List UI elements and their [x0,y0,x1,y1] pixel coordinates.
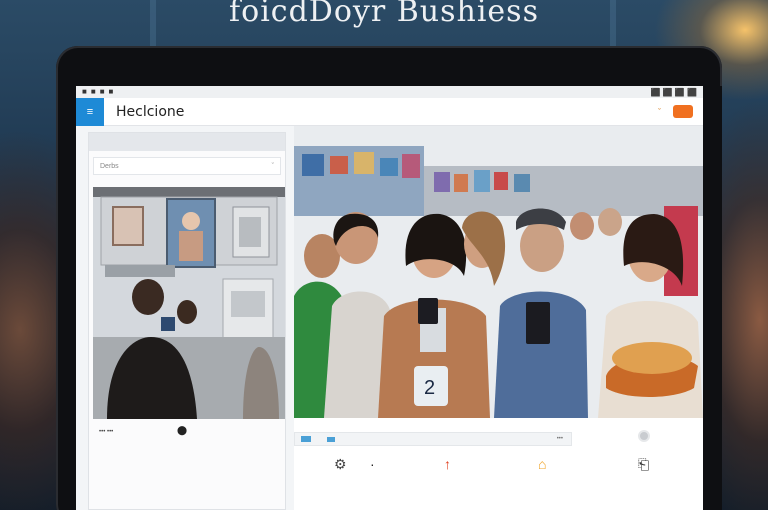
chevron-down-icon[interactable]: ˇ [658,107,661,117]
chevron-down-icon: ˇ [271,162,274,170]
caption-input[interactable]: ••• [294,432,572,446]
headline-title: foicdDoyr Bushiess [229,0,539,29]
crowd-photo-illustration: 2 [294,126,703,418]
left-photo[interactable] [93,187,285,419]
status-app-icon: ■ [99,87,105,96]
left-caption: ••• ••• [99,429,114,435]
home-icon[interactable]: ⌂ [538,456,546,472]
filter-dropdown[interactable]: Derbs ˇ [93,157,281,175]
globe-icon[interactable]: ⚙ [334,456,347,472]
location-pin-icon[interactable]: ⬤ [177,425,187,436]
right-card: 2 ••• ⚙ · ↑ ⌂ ⎗ [294,126,703,510]
share-icon[interactable]: ⎗ [638,456,649,472]
left-photo-illustration [93,187,285,419]
bottom-toolbar: ⚙ · ↑ ⌂ ⎗ [294,456,703,480]
menu-icon: ≡ [86,105,94,118]
menu-button[interactable]: ≡ [76,97,104,126]
status-bar: ■ ■ ■ ■ ⬛ ⬛ ⬛ ⬛ [76,86,703,98]
tablet-screen: ■ ■ ■ ■ ⬛ ⬛ ⬛ ⬛ ≡ Heclcione ˇ Derbs ˇ ••… [76,86,703,510]
strip-marker [301,436,311,442]
status-right-icons: ⬛ ⬛ ⬛ ⬛ [650,87,697,97]
status-app-icon: ■ [108,87,114,96]
shirt-number: 2 [424,377,435,399]
pin-icon[interactable]: ↑ [444,456,451,472]
left-card-header [89,133,285,151]
action-button[interactable] [673,105,693,118]
dropdown-value: Derbs [100,162,119,170]
status-app-icon: ■ [82,87,87,96]
dot-icon[interactable]: · [370,456,375,472]
tablet-bezel-right [703,86,722,510]
status-app-icon: ■ [90,87,96,96]
right-photo[interactable]: 2 [294,126,703,418]
app-title: Heclcione [116,103,185,120]
app-bar: ≡ Heclcione ˇ [76,97,703,126]
record-button[interactable] [638,430,650,442]
strip-marker [327,437,335,442]
left-card: Derbs ˇ ••• ••• ⬤ [88,132,286,510]
strip-end-dots: ••• [556,436,563,442]
